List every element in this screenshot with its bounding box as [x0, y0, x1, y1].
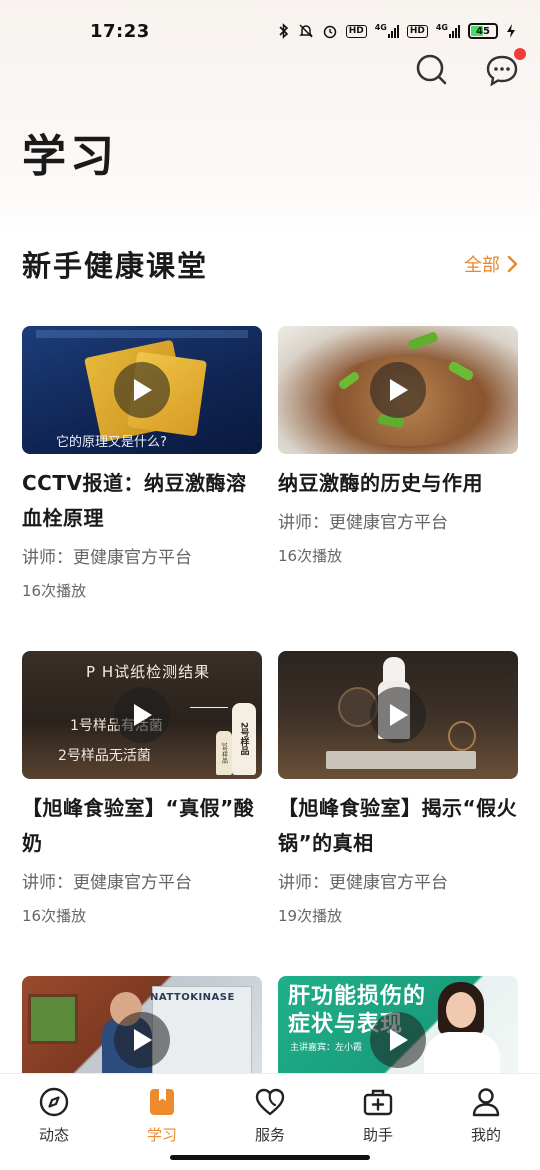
- status-time: 17:23: [90, 20, 150, 42]
- home-indicator[interactable]: [170, 1155, 370, 1160]
- signal-icon: 4G: [375, 24, 399, 38]
- thumbnail-host: 主讲嘉宾：左小霞: [290, 1043, 363, 1053]
- signal-icon-2: 4G: [436, 24, 460, 38]
- course-title: 【旭峰食验室】揭示“假火锅”的真相: [278, 796, 518, 855]
- compass-icon: [39, 1087, 69, 1117]
- battery-icon: 45: [468, 23, 498, 39]
- header-actions: [414, 48, 526, 88]
- nav-label: 服务: [254, 1126, 285, 1144]
- play-icon: [390, 1029, 408, 1051]
- course-play-count: 16次播放: [22, 907, 87, 925]
- play-button[interactable]: [370, 1012, 426, 1068]
- page-title: 学习: [22, 131, 118, 182]
- thumbnail-caption: 它的原理又是什么?: [56, 435, 167, 450]
- course-play-count: 16次播放: [22, 582, 87, 600]
- course-thumbnail[interactable]: [278, 326, 518, 454]
- course-lecturer: 讲师：更健康官方平台: [278, 873, 448, 893]
- course-thumbnail[interactable]: [278, 651, 518, 779]
- thumbnail-bottle-label: 2号样品: [238, 722, 249, 756]
- view-all-label: 全部: [464, 255, 500, 276]
- course-play-count: 19次播放: [278, 907, 343, 925]
- course-play-count: 16次播放: [278, 547, 343, 565]
- bookmark-icon: [150, 1089, 174, 1115]
- message-button[interactable]: [484, 48, 526, 88]
- search-icon: [416, 54, 447, 85]
- course-title: 纳豆激酶的历史与作用: [278, 471, 483, 495]
- play-icon: [134, 379, 152, 401]
- nav-item-dynamics[interactable]: 动态: [0, 1074, 108, 1170]
- section-header: 新手健康课堂 全部: [22, 244, 518, 284]
- thumbnail-caption: NATTOKINASE: [150, 992, 235, 1003]
- notification-dot: [514, 48, 526, 60]
- alarm-icon: [323, 25, 336, 39]
- hd-badge-2: HD: [406, 24, 428, 38]
- play-button[interactable]: [114, 1012, 170, 1068]
- thumbnail-bottle-label: 1号样品: [220, 742, 228, 764]
- search-button[interactable]: [414, 52, 450, 88]
- play-icon: [134, 704, 152, 726]
- nav-label: 动态: [38, 1126, 69, 1144]
- play-button[interactable]: [114, 687, 170, 743]
- play-button[interactable]: [114, 362, 170, 418]
- course-card[interactable]: 【旭峰食验室】揭示“假火锅”的真相 讲师：更健康官方平台 19次播放: [278, 651, 518, 927]
- course-card[interactable]: P H试纸检测结果 1号样品有活菌 2号样品无活菌 2号样品 1号样品 【旭峰食…: [22, 651, 262, 927]
- section-title: 新手健康课堂: [22, 249, 209, 283]
- course-lecturer: 讲师：更健康官方平台: [278, 513, 448, 533]
- play-button[interactable]: [370, 687, 426, 743]
- chevron-right-icon: [507, 255, 518, 273]
- beginner-course-section: 新手健康课堂 全部 它的原理又是什么? CCTV报道：纳豆激酶溶血栓原理 讲师：…: [0, 230, 540, 1104]
- charging-icon: [507, 24, 515, 38]
- play-button[interactable]: [370, 362, 426, 418]
- nav-label: 助手: [362, 1126, 393, 1144]
- course-card[interactable]: 它的原理又是什么? CCTV报道：纳豆激酶溶血栓原理 讲师：更健康官方平台 16…: [22, 326, 262, 602]
- course-lecturer: 讲师：更健康官方平台: [22, 873, 192, 893]
- thumbnail-caption: P H试纸检测结果: [86, 663, 211, 681]
- nav-label: 我的: [470, 1126, 501, 1144]
- thumbnail-line-2: 2号样品无活菌: [58, 748, 151, 764]
- course-card[interactable]: 纳豆激酶的历史与作用 讲师：更健康官方平台 16次播放: [278, 326, 518, 567]
- nav-item-mine[interactable]: 我的: [432, 1074, 540, 1170]
- bluetooth-icon: [279, 23, 288, 39]
- course-lecturer: 讲师：更健康官方平台: [22, 548, 192, 568]
- heart-icon: [255, 1088, 285, 1116]
- nav-label: 学习: [146, 1126, 177, 1144]
- course-title: CCTV报道：纳豆激酶溶血栓原理: [22, 471, 247, 530]
- play-icon: [390, 379, 408, 401]
- play-icon: [134, 1029, 152, 1051]
- play-icon: [390, 704, 408, 726]
- hd-badge: HD: [345, 24, 367, 38]
- mute-icon: [298, 24, 313, 38]
- course-thumbnail[interactable]: 它的原理又是什么?: [22, 326, 262, 454]
- course-title: 【旭峰食验室】“真假”酸奶: [22, 796, 255, 855]
- course-thumbnail[interactable]: P H试纸检测结果 1号样品有活菌 2号样品无活菌 2号样品 1号样品: [22, 651, 262, 779]
- medkit-icon: [363, 1089, 393, 1116]
- user-icon: [472, 1088, 500, 1117]
- status-icons: HD 4G HD 4G 45: [278, 23, 516, 39]
- view-all-link[interactable]: 全部: [464, 251, 518, 277]
